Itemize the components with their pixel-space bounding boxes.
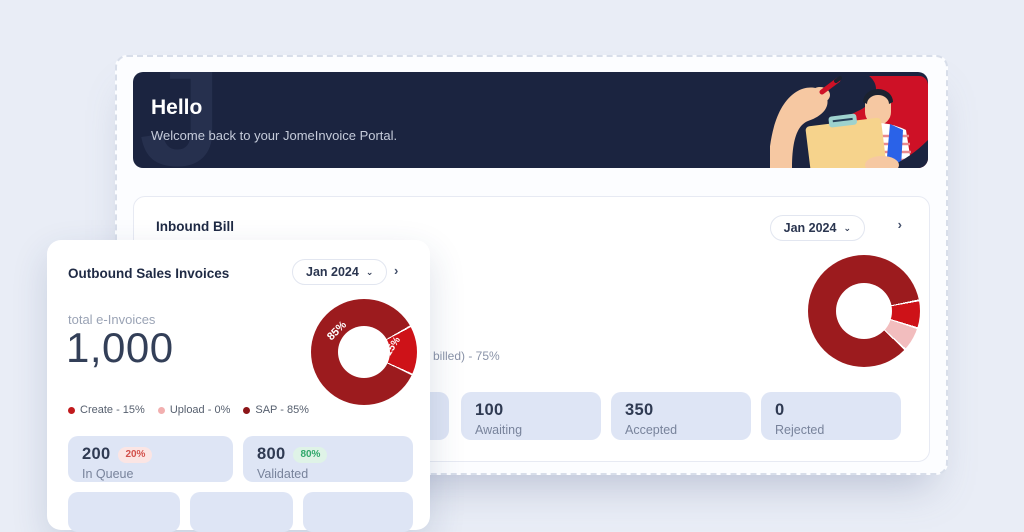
inbound-period-label: Jan 2024 [784, 221, 837, 235]
brand-watermark: J [139, 72, 222, 168]
legend-dot [243, 407, 250, 414]
outbound-stat-in-queue: 200 20% In Queue [68, 436, 233, 482]
outbound-next-button[interactable]: › [389, 261, 403, 280]
stat-value: 800 [257, 445, 285, 464]
inbound-next-button[interactable]: › [893, 215, 907, 234]
legend-item-create: Create - 15% [68, 404, 145, 416]
inbound-card-title: Inbound Bill [156, 219, 234, 234]
outbound-legend: Create - 15% Upload - 0% SAP - 85% [68, 404, 309, 416]
banner-subtitle: Welcome back to your JomeInvoice Portal. [151, 128, 397, 143]
inbound-legend-partial: billed) - 75% [433, 349, 500, 363]
outbound-stat-cutoff-2 [190, 492, 293, 532]
inbound-stat-rejected: 0 Rejected [761, 392, 901, 440]
stat-label: Awaiting [475, 423, 587, 437]
inbound-stat-awaiting: 100 Awaiting [461, 392, 601, 440]
welcome-banner: J Hello Welcome back to your JomeInvoice… [133, 72, 928, 168]
stat-badge: 20% [118, 447, 152, 463]
total-einvoices-value: 1,000 [66, 324, 174, 372]
inbound-period-dropdown[interactable]: Jan 2024 ⌄ [770, 215, 865, 241]
inbound-donut-chart [808, 255, 920, 367]
inbound-stat-accepted: 350 Accepted [611, 392, 751, 440]
stat-label: Rejected [775, 423, 887, 437]
legend-dot [68, 407, 75, 414]
legend-item-sap: SAP - 85% [243, 404, 309, 416]
stat-label: In Queue [82, 467, 219, 481]
legend-item-upload: Upload - 0% [158, 404, 231, 416]
legend-label: SAP - 85% [255, 404, 309, 416]
stat-badge: 80% [293, 447, 327, 463]
person-clipboard-illustration [770, 72, 928, 168]
stat-value: 100 [475, 401, 503, 420]
chevron-down-icon: ⌄ [366, 267, 374, 278]
legend-dot [158, 407, 165, 414]
outbound-stat-validated: 800 80% Validated [243, 436, 413, 482]
legend-label: Create - 15% [80, 404, 145, 416]
stat-value: 350 [625, 401, 653, 420]
banner-illustration [770, 72, 928, 168]
outbound-donut-chart: 85% 15% [311, 299, 417, 405]
banner-title: Hello [151, 96, 202, 120]
outbound-period-dropdown[interactable]: Jan 2024 ⌄ [292, 259, 387, 285]
stat-value: 200 [82, 445, 110, 464]
stat-value: 0 [775, 401, 784, 420]
stat-label: Validated [257, 467, 399, 481]
stat-label: Accepted [625, 423, 737, 437]
donut-hole [836, 283, 892, 339]
outbound-sales-card: Outbound Sales Invoices Jan 2024 ⌄ › tot… [47, 240, 430, 530]
legend-label: Upload - 0% [170, 404, 231, 416]
outbound-stat-cutoff-1 [68, 492, 180, 532]
outbound-card-title: Outbound Sales Invoices [68, 266, 229, 281]
outbound-period-label: Jan 2024 [306, 265, 359, 279]
chevron-down-icon: ⌄ [843, 223, 851, 234]
outbound-stat-cutoff-3 [303, 492, 413, 532]
